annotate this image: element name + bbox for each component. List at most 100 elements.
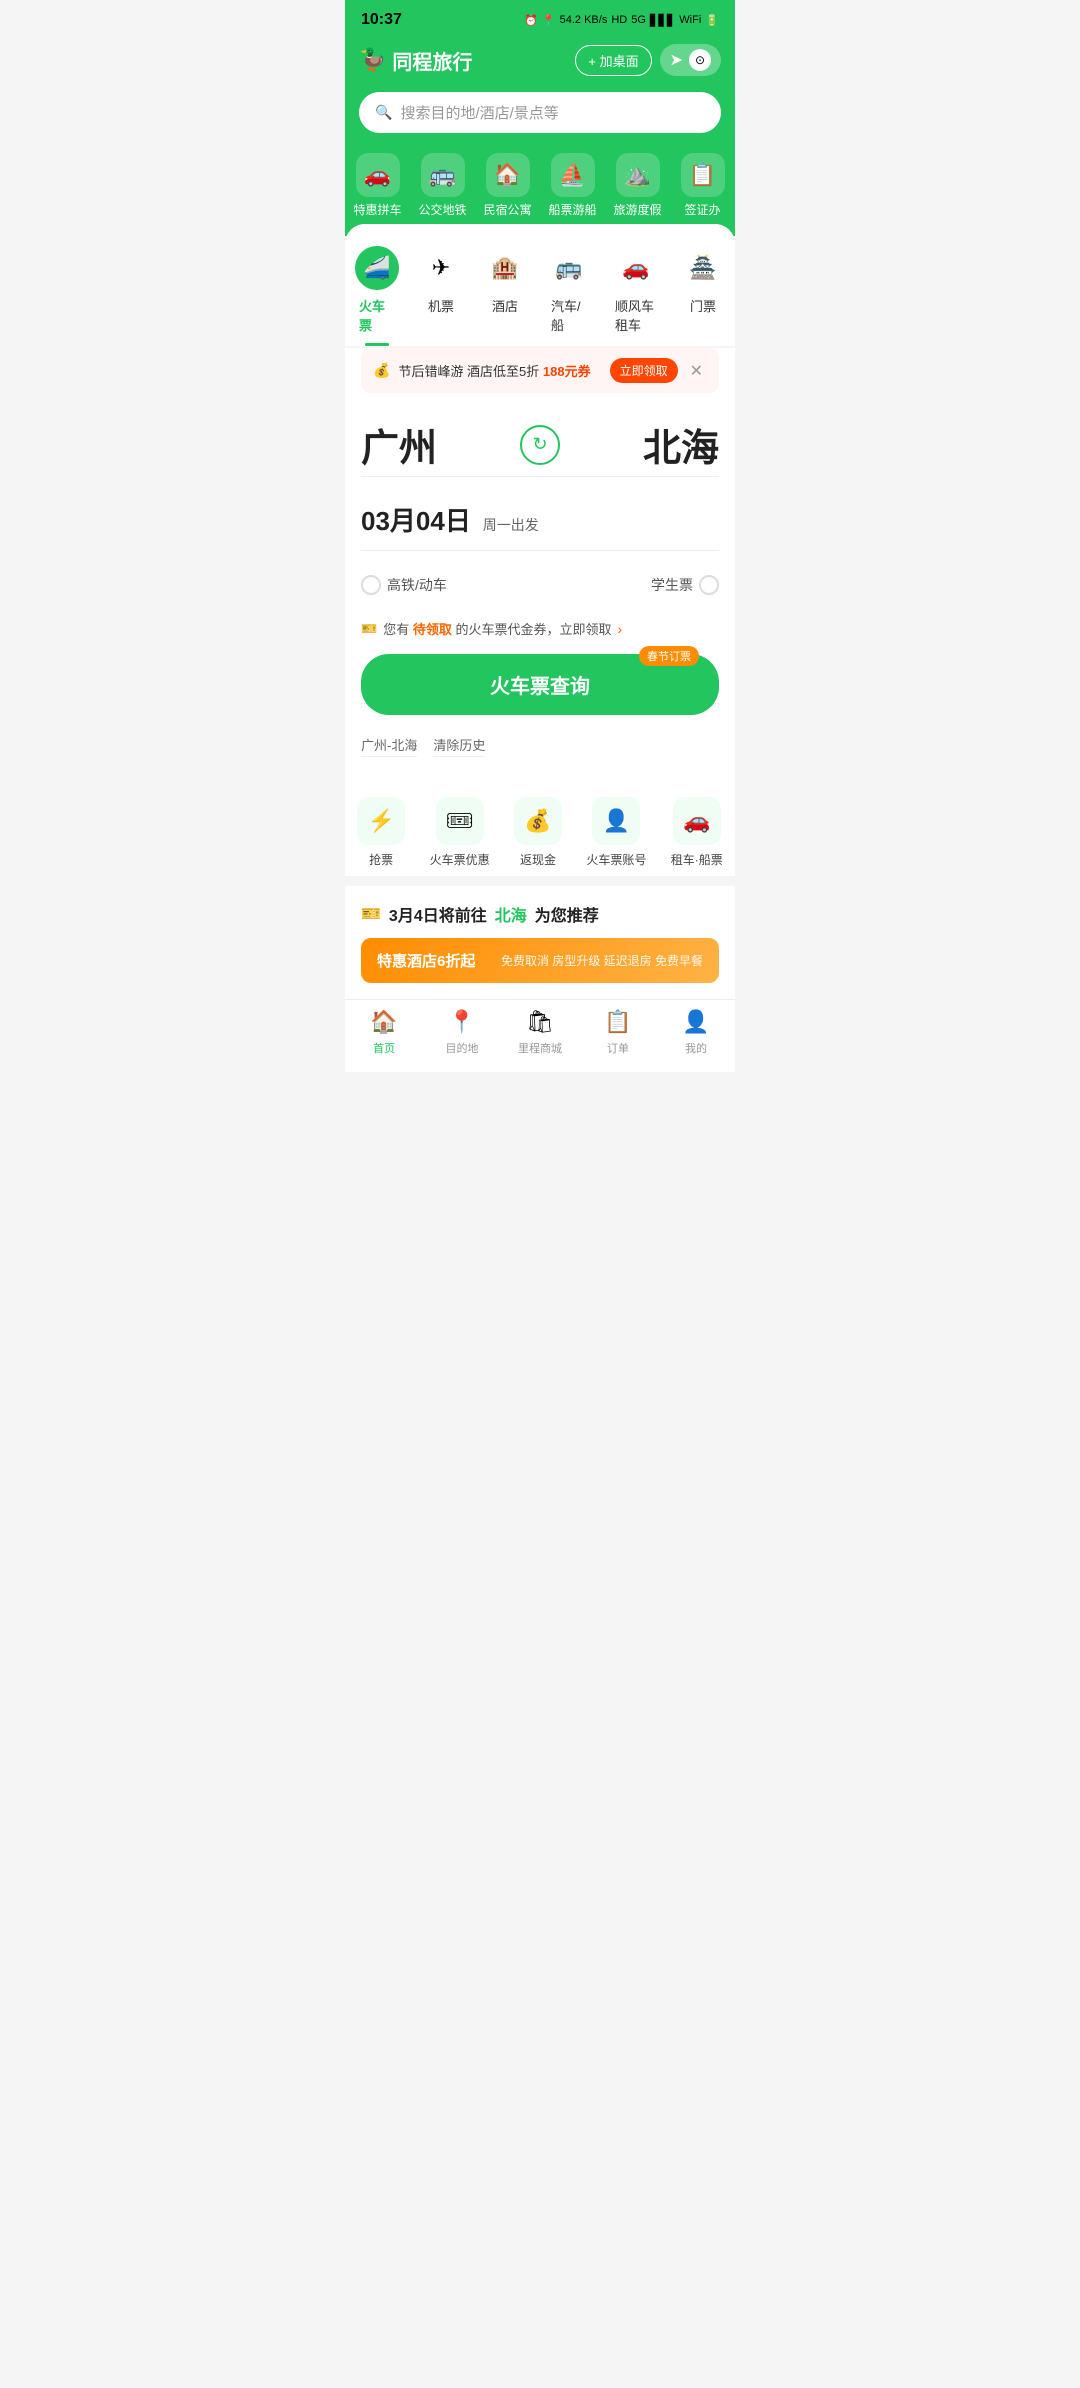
promo-banner-text: 节后错峰游 酒店低至5折 188元券 [398, 361, 601, 380]
grab-ticket-icon: ⚡ [357, 797, 405, 845]
bottom-nav-mall[interactable]: 🛍 里程商城 [510, 1008, 570, 1056]
header: 🦆 同程旅行 + 加桌面 ➤ ⊙ [345, 36, 735, 88]
promo-claim-button[interactable]: 立即领取 [610, 358, 678, 383]
bottom-nav-home[interactable]: 🏠 首页 [354, 1008, 414, 1056]
visa-label: 签证办 [684, 201, 720, 218]
account-label: 火车票账号 [586, 851, 646, 868]
tab-train[interactable]: 🚄 火车票 [345, 240, 409, 346]
coupon-text: 您有 待领取 的火车票代金券，立即领取 [383, 619, 611, 638]
tab-rideshare[interactable]: 🚗 顺风车租车 [601, 240, 671, 346]
cashback-icon: 💰 [514, 797, 562, 845]
search-badge: 春节订票 [639, 646, 699, 666]
student-option[interactable]: 学生票 [651, 575, 719, 595]
hotel-promo-banner[interactable]: 特惠酒店6折起 免费取消 房型升级 延迟退房 免费早餐 [361, 938, 719, 983]
nav-icons-row: 🚗 特惠拼车 🚌 公交地铁 🏠 民宿公寓 ⛵ 船票游船 ⛰️ 旅游度假 📋 签证… [345, 149, 735, 236]
flight-icon: ✈ [419, 246, 463, 290]
header-buttons: + 加桌面 ➤ ⊙ [575, 44, 721, 76]
quick-actions: ⚡ 抢票 🎟 火车票优惠 💰 返现金 👤 火车票账号 🚗 租车·船票 [345, 789, 735, 876]
location-button[interactable]: ➤ ⊙ [660, 44, 721, 76]
tab-ticket[interactable]: 🏯 门票 [671, 240, 735, 346]
tab-hotel[interactable]: 🏨 酒店 [473, 240, 537, 346]
navigation-icon: ➤ [670, 50, 683, 70]
recommend-section: 🎫 3月4日将前往 北海 为您推荐 特惠酒店6折起 免费取消 房型升级 延迟退房… [345, 886, 735, 999]
transit-icon: 🚌 [421, 153, 465, 197]
quick-cashback[interactable]: 💰 返现金 [514, 797, 562, 868]
search-area: 🔍 搜索目的地/酒店/景点等 [345, 88, 735, 149]
signal-icon: ▋▋▋ [650, 14, 675, 27]
nav-item-transit[interactable]: 🚌 公交地铁 [415, 153, 471, 218]
travel-date: 03月04日 [361, 506, 471, 536]
tab-bus[interactable]: 🚌 汽车/船 [537, 240, 601, 346]
alarm-icon: ⏰ [524, 14, 538, 27]
highspeed-radio[interactable] [361, 575, 381, 595]
tab-ticket-label: 门票 [690, 296, 716, 315]
bottom-nav-profile[interactable]: 👤 我的 [666, 1008, 726, 1056]
bus-icon: 🚌 [547, 246, 591, 290]
carpooling-icon: 🚗 [356, 153, 400, 197]
history-route-tag[interactable]: 广州-北海 [361, 735, 417, 757]
logo[interactable]: 🦆 同程旅行 [359, 46, 472, 75]
quick-grab-ticket[interactable]: ⚡ 抢票 [357, 797, 405, 868]
transport-tabs: 🚄 火车票 ✈ 机票 🏨 酒店 🚌 汽车/船 🚗 顺风车租车 🏯 门票 [345, 224, 735, 346]
orders-nav-icon: 📋 [604, 1008, 632, 1036]
status-time: 10:37 [361, 11, 402, 29]
highspeed-option[interactable]: 高铁/动车 [361, 575, 447, 595]
departure-city[interactable]: 广州 [361, 417, 437, 472]
nav-item-carpooling[interactable]: 🚗 特惠拼车 [350, 153, 406, 218]
cashback-label: 返现金 [520, 851, 556, 868]
network-speed: 54.2 KB/s [560, 14, 608, 26]
status-icons: ⏰ 📍 54.2 KB/s HD 5G ▋▋▋ WiFi 🔋 [524, 14, 719, 27]
student-radio[interactable] [699, 575, 719, 595]
booking-card: 💰 节后错峰游 酒店低至5折 188元券 立即领取 ✕ 广州 ↻ 北海 03月0… [345, 348, 735, 789]
location-icon: 📍 [542, 14, 556, 27]
carpooling-label: 特惠拼车 [353, 201, 401, 218]
destination-city[interactable]: 北海 [643, 417, 719, 472]
logo-text: 同程旅行 [392, 46, 472, 75]
ticket-discount-icon: 🎟 [436, 797, 484, 845]
rideshare-icon: 🚗 [614, 246, 658, 290]
travel-weekday: 周一出发 [483, 517, 539, 533]
rental-label: 租车·船票 [671, 851, 723, 868]
nav-item-visa[interactable]: 📋 签证办 [675, 153, 731, 218]
nav-item-cruise[interactable]: ⛵ 船票游船 [545, 153, 601, 218]
main-area: 🚄 火车票 ✈ 机票 🏨 酒店 🚌 汽车/船 🚗 顺风车租车 🏯 门票 💰 [345, 224, 735, 999]
add-desk-button[interactable]: + 加桌面 [575, 45, 651, 76]
coupon-icon: 🎫 [361, 621, 377, 637]
quick-account[interactable]: 👤 火车票账号 [586, 797, 646, 868]
clear-history-button[interactable]: 清除历史 [433, 735, 485, 757]
bottom-nav-destination[interactable]: 📍 目的地 [432, 1008, 492, 1056]
cruise-icon: ⛵ [551, 153, 595, 197]
swap-icon: ↻ [532, 434, 547, 455]
date-row[interactable]: 03月04日 周一出发 [361, 489, 719, 551]
bottom-nav-orders[interactable]: 📋 订单 [588, 1008, 648, 1056]
account-icon: 👤 [592, 797, 640, 845]
search-bar[interactable]: 🔍 搜索目的地/酒店/景点等 [359, 92, 721, 133]
promo-close-button[interactable]: ✕ [686, 361, 707, 381]
quick-rental[interactable]: 🚗 租车·船票 [671, 797, 723, 868]
tab-hotel-label: 酒店 [492, 296, 518, 315]
transit-label: 公交地铁 [418, 201, 466, 218]
coupon-arrow-icon: › [617, 621, 622, 637]
recommend-text-before: 3月4日将前往 [389, 902, 487, 926]
search-button-wrap: 火车票查询 春节订票 [361, 654, 719, 715]
promo-banner[interactable]: 💰 节后错峰游 酒店低至5折 188元券 立即领取 ✕ [361, 348, 719, 393]
wifi-icon: WiFi [679, 14, 701, 26]
student-label: 学生票 [651, 575, 693, 595]
mall-nav-label: 里程商城 [518, 1040, 562, 1056]
nav-item-homestay[interactable]: 🏠 民宿公寓 [480, 153, 536, 218]
camera-icon: ⊙ [689, 49, 711, 71]
tab-flight[interactable]: ✈ 机票 [409, 240, 473, 346]
5g-icon: 5G [631, 14, 646, 26]
mall-nav-icon: 🛍 [526, 1008, 554, 1036]
nav-item-vacation[interactable]: ⛰️ 旅游度假 [610, 153, 666, 218]
options-row: 高铁/动车 学生票 [361, 567, 719, 611]
rental-icon: 🚗 [673, 797, 721, 845]
hd-icon: HD [611, 14, 627, 26]
recommend-city-highlight: 北海 [495, 902, 527, 926]
grab-ticket-label: 抢票 [369, 851, 393, 868]
recommend-icon: 🎫 [361, 904, 381, 924]
promo-icon: 💰 [373, 362, 390, 379]
quick-ticket-discount[interactable]: 🎟 火车票优惠 [430, 797, 490, 868]
homestay-icon: 🏠 [486, 153, 530, 197]
swap-cities-button[interactable]: ↻ [520, 425, 560, 465]
